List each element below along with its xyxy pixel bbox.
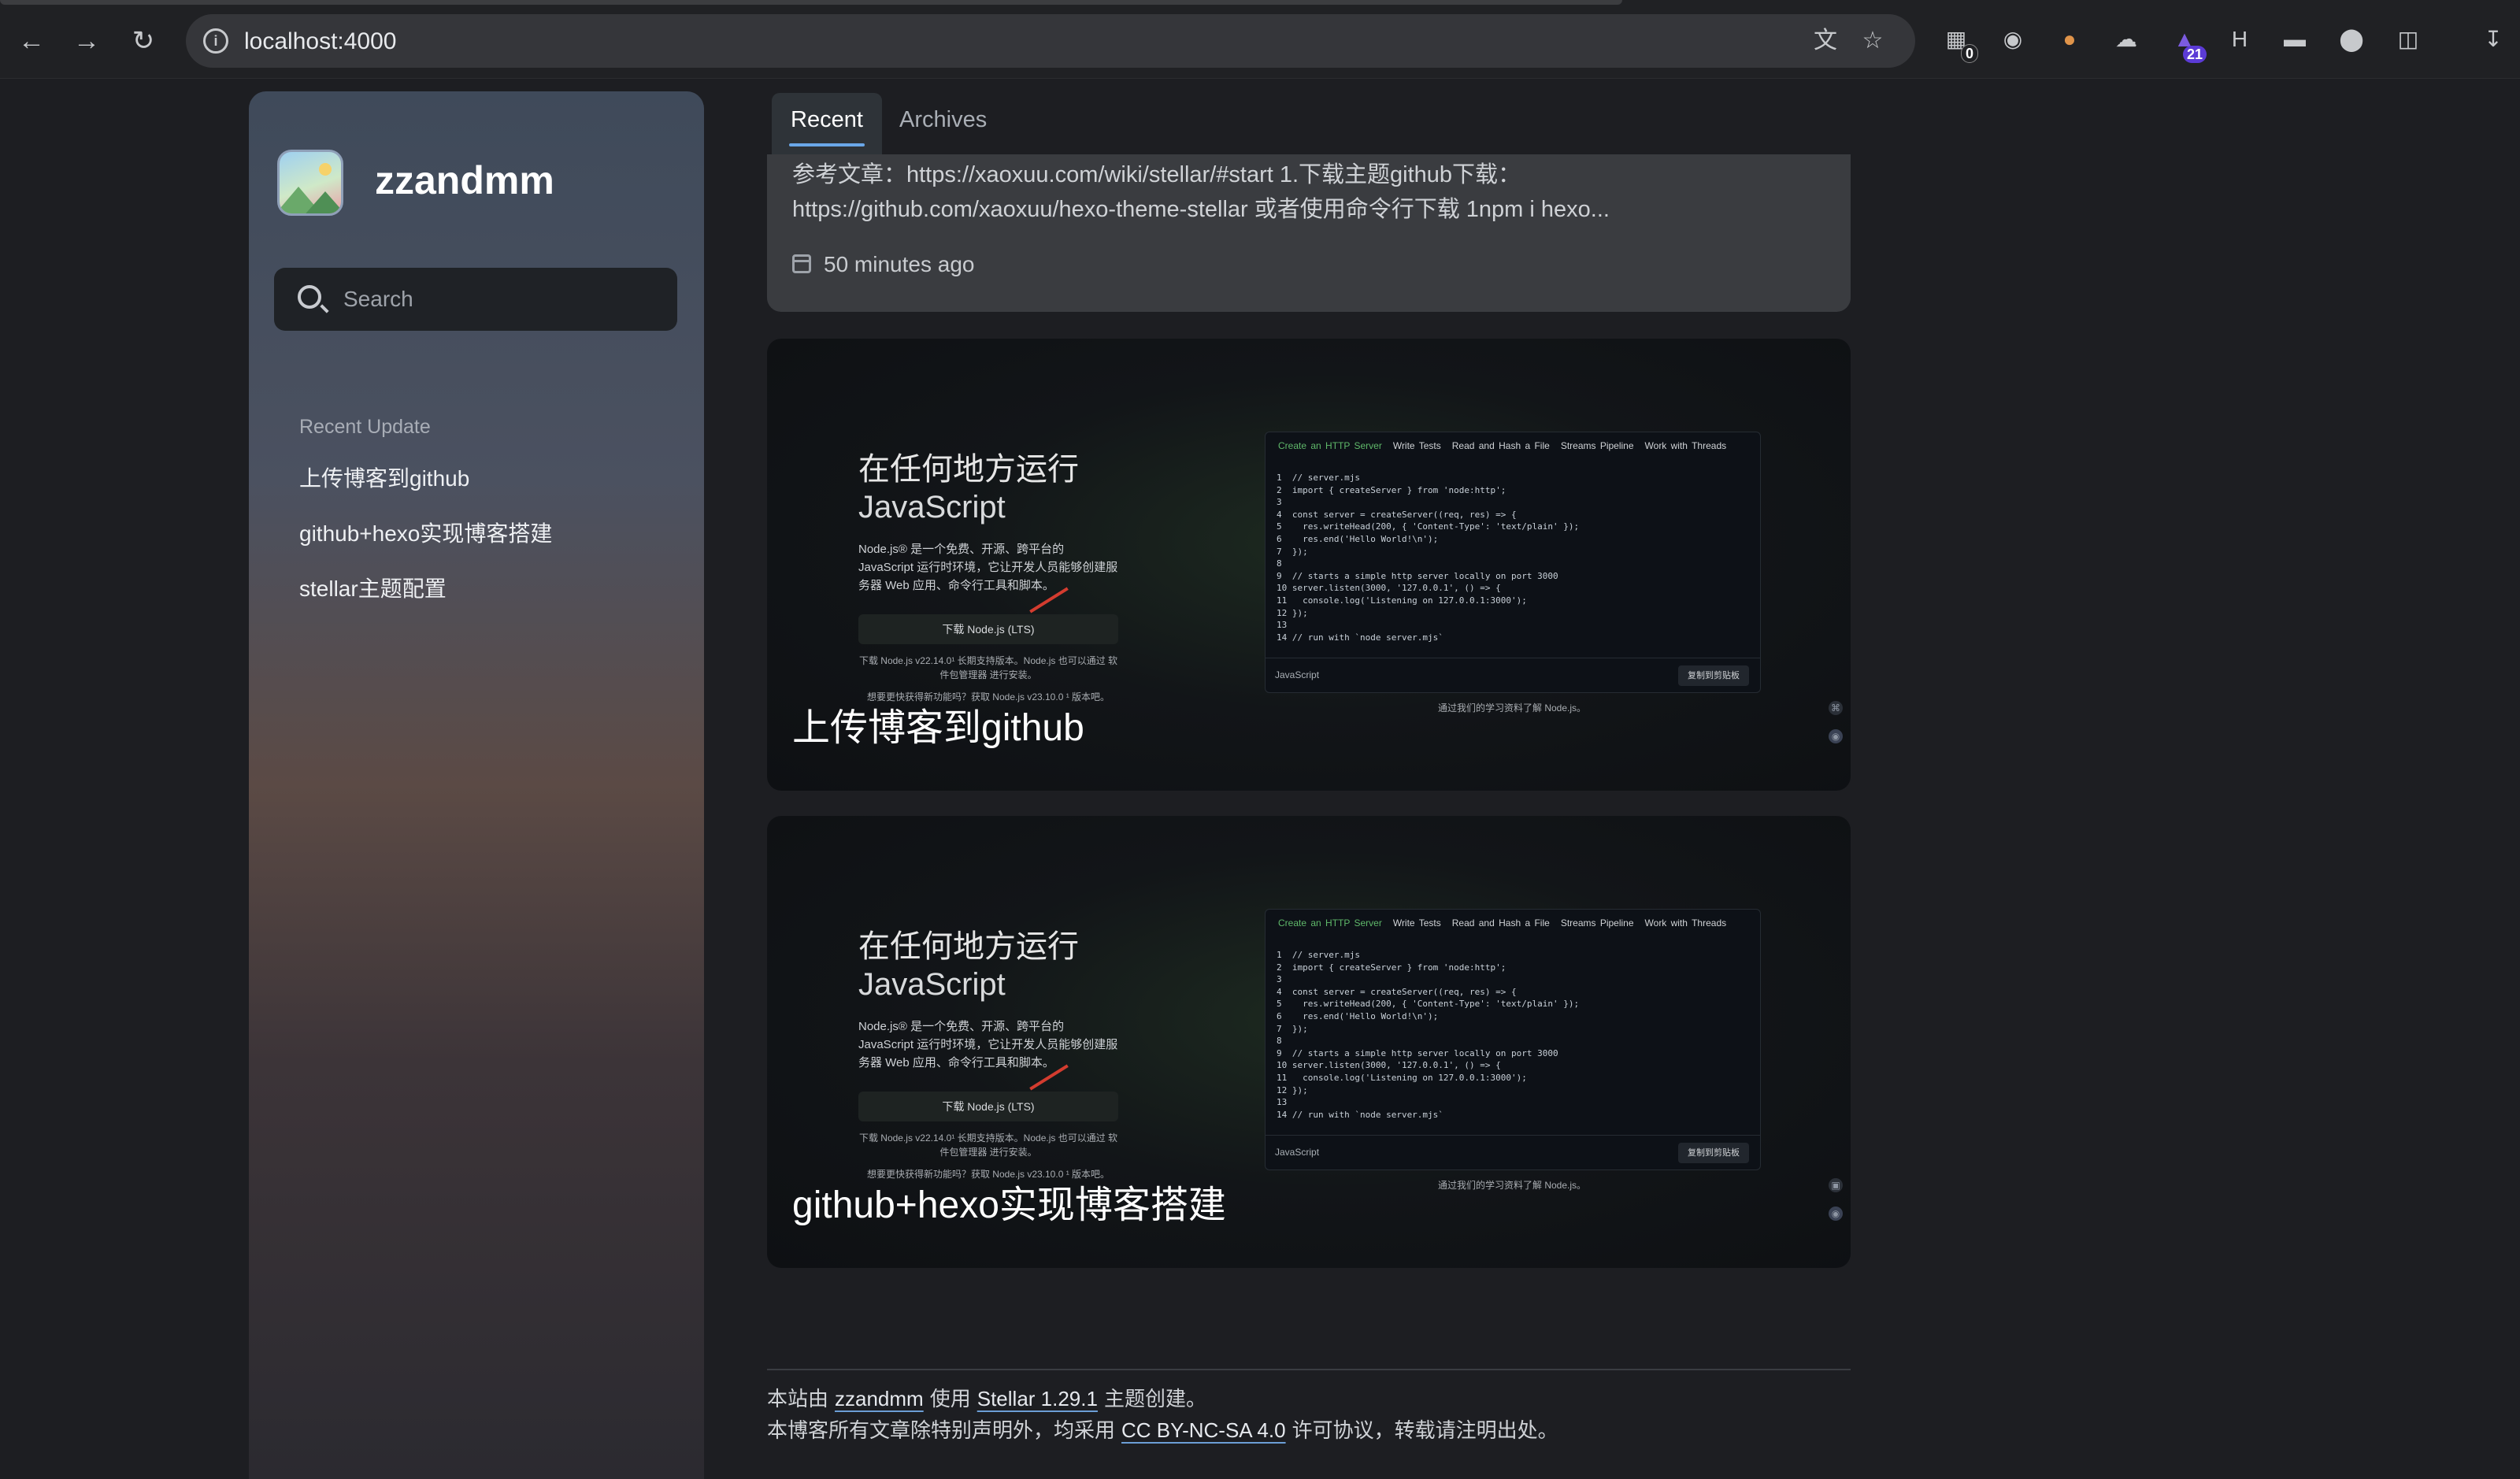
extension-badge: 21 (2182, 46, 2207, 63)
extension-circle-icon[interactable]: ⬤ (2334, 22, 2369, 57)
reload-button[interactable]: ↻ (123, 20, 164, 61)
cover-hero-line: 在任何地方运行 (858, 452, 1079, 487)
post-title[interactable]: 上传博客到github (792, 696, 1084, 751)
recent-item[interactable]: github+hexo实现博客搭建 (299, 517, 552, 548)
side-toolbar-icon: ⌘ (1829, 701, 1843, 715)
side-toolbar-icon: ◉ (1829, 729, 1843, 743)
code-tab: Read and Hash a File (1451, 440, 1550, 451)
cover-description: Node.js® 是一个免费、开源、跨平台的 JavaScript 运行时环境，… (858, 1020, 1118, 1069)
tab-label: Archives (899, 107, 988, 132)
code-tab: Create an HTTP Server (1278, 917, 1382, 929)
extension-globe-icon[interactable]: ◉ (1996, 22, 2030, 57)
code-tab: Read and Hash a File (1451, 917, 1550, 929)
post-cover-card[interactable]: 在任何地方运行 JavaScript Node.js® 是一个免费、开源、跨平台… (767, 816, 1851, 1268)
post-cover-card[interactable]: 在任何地方运行 JavaScript Node.js® 是一个免费、开源、跨平台… (767, 339, 1851, 791)
footer-line: 本站由 zzandmm 使用 Stellar 1.29.1 主题创建。 (767, 1383, 1851, 1414)
cover-download-button: 下载 Node.js (LTS) (858, 614, 1118, 644)
avatar-sun (319, 163, 332, 176)
search-icon (298, 285, 321, 309)
tab-strip-edge (0, 0, 1622, 5)
site-name[interactable]: zzandmm (375, 158, 554, 203)
address-bar[interactable]: i localhost:4000 文 ☆ (186, 14, 1915, 68)
search-box[interactable] (274, 268, 677, 331)
recent-update-heading: Recent Update (299, 416, 431, 438)
code-tab: Streams Pipeline (1560, 917, 1634, 929)
footer-text: 主题创建。 (1103, 1387, 1206, 1410)
footer-text: 许可协议，转载请注明出处。 (1292, 1418, 1558, 1442)
cover-description: Node.js® 是一个免费、开源、跨平台的 JavaScript 运行时环境，… (858, 543, 1118, 592)
cover-hero-line: 在任何地方运行 (858, 929, 1079, 964)
side-toolbar-icon: ◉ (1829, 1207, 1843, 1221)
code-tabs: Create an HTTP Server Write Tests Read and… (1278, 440, 1737, 451)
calendar-icon (792, 254, 811, 273)
cover-learn-text: 通过我们的学习资料了解 Node.js。 (1438, 702, 1587, 714)
site-footer: 本站由 zzandmm 使用 Stellar 1.29.1 主题创建。 本博客所有文章除… (767, 1369, 1851, 1446)
cover-note: 下载 Node.js v22.14.0¹ 长期支持版本。Node.js 也可以通… (858, 1132, 1118, 1158)
extension-h-icon[interactable]: H (2222, 22, 2257, 57)
footer-text: 本站由 (767, 1387, 829, 1410)
download-icon[interactable]: ↧ (2476, 22, 2511, 57)
translate-icon[interactable]: 文 (1810, 25, 1841, 57)
post-title[interactable]: github+hexo实现博客搭建 (792, 1173, 1226, 1229)
excerpt-line: https://github.com/xaoxuu/hexo-theme-ste… (792, 197, 1610, 222)
extension-clouds-icon[interactable]: ☁ (2109, 22, 2144, 57)
extension-file-icon[interactable]: ▦ 0 (1939, 22, 1978, 63)
site-info-icon[interactable]: i (203, 28, 228, 54)
author-link[interactable]: zzandmm (835, 1387, 924, 1410)
recent-item[interactable]: stellar主题配置 (299, 572, 447, 603)
code-footer: JavaScript 复制到剪贴板 (1266, 658, 1760, 692)
post-date: 50 minutes ago (792, 252, 974, 277)
tab-recent[interactable]: Recent (772, 93, 882, 156)
cover-code-panel: Create an HTTP Server Write Tests Read and… (1265, 432, 1761, 693)
post-date-text: 50 minutes ago (824, 252, 975, 276)
cover-note: 下载 Node.js v22.14.0¹ 长期支持版本。Node.js 也可以通… (858, 655, 1118, 680)
side-toolbar-icon: ▣ (1829, 1178, 1843, 1192)
footer-text: 使用 (929, 1387, 971, 1410)
browser-toolbar: ← → ↻ i localhost:4000 文 ☆ ▦ 0 ◉ ● ☁ ▲ 21 … (0, 0, 2520, 79)
code-tab: Work with Threads (1644, 440, 1727, 451)
extension-hat-icon[interactable]: ▬ (2277, 22, 2312, 57)
tab-archives[interactable]: Archives (880, 93, 1006, 156)
theme-link[interactable]: Stellar 1.29.1 (977, 1387, 1098, 1410)
cover-learn-text: 通过我们的学习资料了解 Node.js。 (1438, 1180, 1587, 1191)
url-text[interactable]: localhost:4000 (244, 28, 396, 55)
code-tab: Create an HTTP Server (1278, 440, 1382, 451)
sidebar: zzandmm Recent Update 上传博客到github github… (249, 91, 704, 1479)
forward-button[interactable]: → (66, 20, 107, 61)
extension-graduation-icon[interactable]: ▲ 21 (2167, 22, 2207, 63)
bookmark-star-icon[interactable]: ☆ (1857, 25, 1888, 57)
cover-code-panel: Create an HTTP Server Write Tests Read and… (1265, 909, 1761, 1170)
code-tab: Write Tests (1392, 917, 1441, 929)
code-footer: JavaScript 复制到剪贴板 (1266, 1135, 1760, 1169)
code-tab: Write Tests (1392, 440, 1441, 451)
copy-button: 复制到剪贴板 (1678, 665, 1749, 686)
code-tab: Streams Pipeline (1560, 440, 1634, 451)
search-input[interactable] (343, 268, 658, 331)
copy-button: 复制到剪贴板 (1678, 1143, 1749, 1163)
extension-cookie-icon[interactable]: ● (2052, 22, 2087, 57)
cover-hero-line: JavaScript (858, 490, 1006, 525)
code-snippet: 1 // server.mjs 2 import { createServer … (1277, 473, 1580, 643)
extension-badge: 0 (1960, 44, 1978, 63)
footer-text: 本博客所有文章除特别声明外，均采用 (767, 1418, 1116, 1442)
cover-hero-line: JavaScript (858, 967, 1006, 1002)
active-tab-underline (789, 143, 865, 146)
recent-item[interactable]: 上传博客到github (299, 461, 469, 493)
code-language: JavaScript (1275, 1147, 1320, 1158)
site-avatar[interactable] (277, 150, 343, 216)
avatar-mountain (302, 191, 341, 213)
extensions-puzzle-icon[interactable]: ◫ (2391, 22, 2426, 57)
footer-line: 本博客所有文章除特别声明外，均采用 CC BY-NC-SA 4.0 许可协议，转载请… (767, 1414, 1851, 1446)
tab-label: Recent (791, 107, 863, 132)
back-button[interactable]: ← (11, 20, 52, 61)
code-language: JavaScript (1275, 669, 1320, 680)
code-tab: Work with Threads (1644, 917, 1727, 929)
post-excerpt: 参考文章：https://xaoxuu.com/wiki/stellar/#st… (792, 158, 1832, 227)
code-tabs: Create an HTTP Server Write Tests Read and… (1278, 917, 1737, 929)
code-snippet: 1 // server.mjs 2 import { createServer … (1277, 950, 1580, 1120)
excerpt-line: 参考文章：https://xaoxuu.com/wiki/stellar/#st… (792, 162, 1521, 187)
post-card[interactable]: 参考文章：https://xaoxuu.com/wiki/stellar/#st… (767, 154, 1851, 312)
license-link[interactable]: CC BY-NC-SA 4.0 (1121, 1418, 1286, 1442)
cover-download-button: 下载 Node.js (LTS) (858, 1092, 1118, 1121)
